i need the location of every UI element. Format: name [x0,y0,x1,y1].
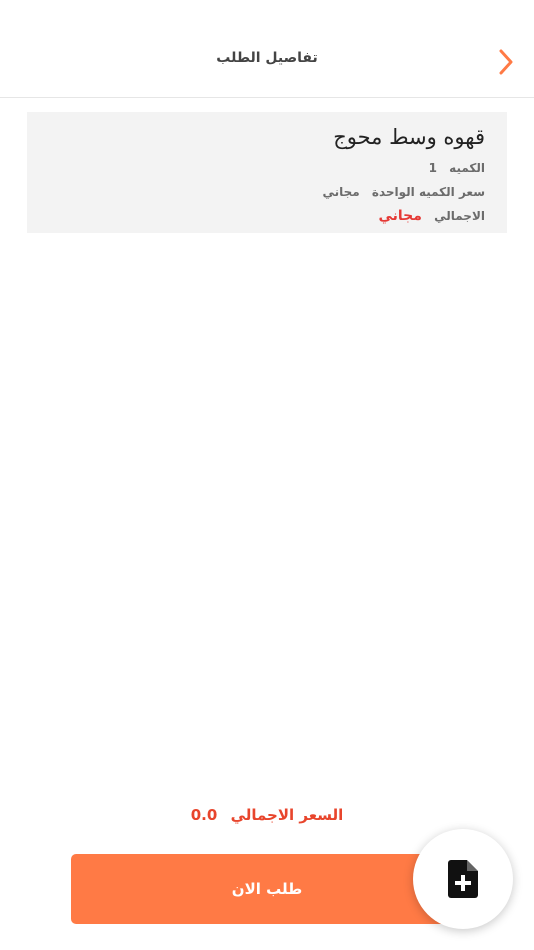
app-header: تفاصيل الطلب [0,0,534,98]
unit-price-label: سعر الكميه الواحدة [371,185,485,199]
page-title: تفاصيل الطلب [216,50,318,66]
unit-price-value: مجاني [322,185,360,199]
item-total-value: مجاني [378,208,422,224]
quantity-row: الكميه 1 [49,156,485,180]
item-total-row: الاجمالي مجاني [49,204,485,228]
unit-price-row: سعر الكميه الواحدة مجاني [49,180,485,204]
order-total-label: السعر الاجمالي [230,806,344,824]
order-item-card: قهوه وسط محوج الكميه 1 سعر الكميه الواحد… [27,112,507,233]
item-name: قهوه وسط محوج [333,125,485,149]
add-note-fab[interactable] [413,829,513,929]
order-total-value: 0.0 [190,806,218,824]
item-total-label: الاجمالي [434,209,485,223]
order-now-button[interactable]: طلب الان [71,854,463,924]
quantity-label: الكميه [449,161,485,175]
file-add-icon [448,860,478,898]
chevron-right-icon [499,49,513,75]
order-total: السعر الاجمالي 0.0 [0,806,534,824]
back-button[interactable] [490,46,522,78]
quantity-value: 1 [428,161,437,175]
